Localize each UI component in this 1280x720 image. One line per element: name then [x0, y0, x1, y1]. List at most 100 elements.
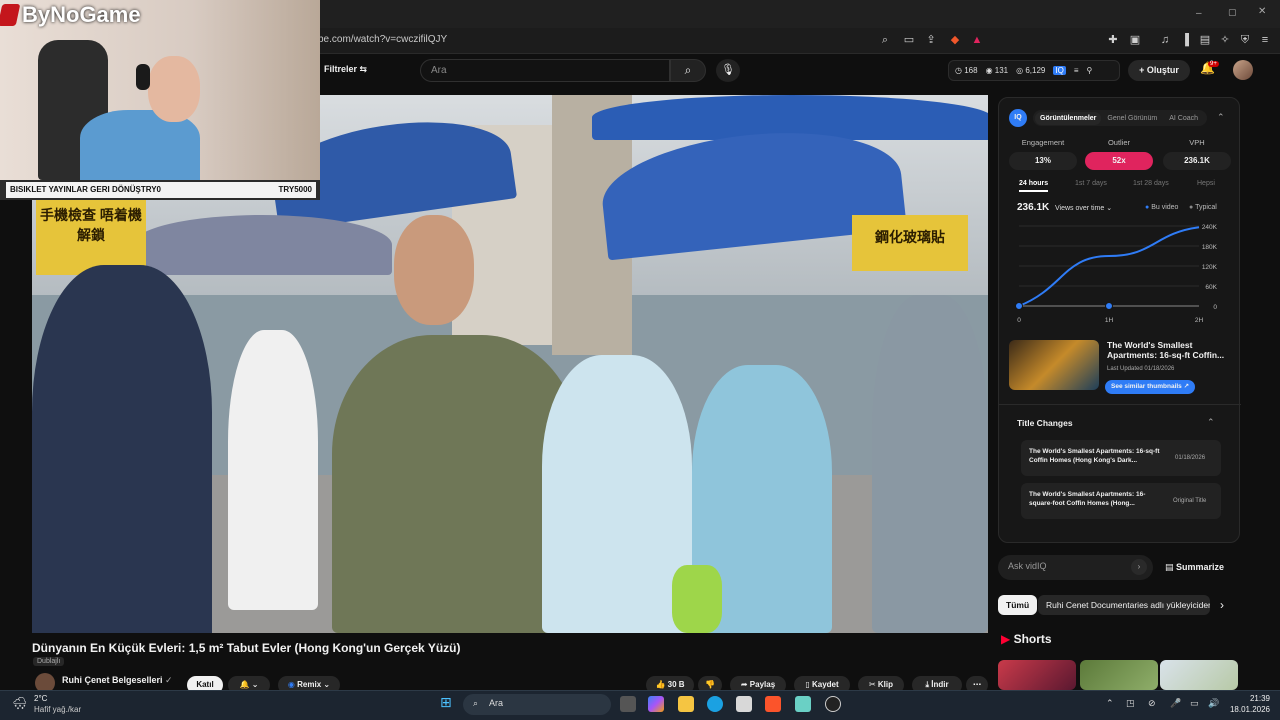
file-explorer-icon[interactable] — [678, 696, 694, 712]
ask-vidiq-input[interactable]: Ask vidIQ — [998, 555, 1153, 580]
weather-icon[interactable]: 🌨 — [12, 696, 27, 710]
time-tab-all[interactable]: Hepsi — [1197, 180, 1215, 187]
windows-start-icon[interactable]: ⊞ — [440, 694, 452, 711]
create-button[interactable]: + Oluştur — [1128, 60, 1190, 81]
weather-temperature[interactable]: 2°C — [34, 694, 47, 703]
chart-y-tick: 60K — [1205, 284, 1217, 291]
title-change-item: The World's Smallest Apartments: 16-squa… — [1021, 483, 1221, 519]
short-thumbnail[interactable] — [1160, 660, 1238, 690]
leo-icon[interactable]: ✧ — [1218, 33, 1232, 47]
taskbar-search[interactable]: ⌕ Ara — [463, 694, 611, 715]
chart-x-tick: 1H — [1105, 317, 1114, 322]
filters-label: Filtreler — [324, 64, 358, 74]
chart-y-ticks: 0 60K 120K 180K 240K — [1202, 224, 1218, 311]
short-thumbnail[interactable] — [1080, 660, 1158, 690]
remix-label: Remix — [297, 680, 322, 689]
copilot-icon[interactable] — [648, 696, 664, 712]
list-icon[interactable]: ≡ — [1074, 66, 1079, 75]
filters-button[interactable]: Filtreler ⇆ — [324, 64, 367, 75]
share-label: Paylaş — [749, 680, 776, 689]
bell-icon: 🔔 — [239, 680, 250, 689]
bynogame-logo: ByNoGame — [22, 2, 141, 27]
weather-condition[interactable]: Hafif yağ./kar — [34, 705, 81, 714]
maximize-icon[interactable]: ▢ — [1228, 7, 1237, 18]
tab-icon[interactable]: ▣ — [1128, 33, 1142, 47]
tray-expand-icon[interactable]: ⌃ — [1106, 698, 1114, 709]
donation-strip: BISIKLET YAYINLAR GERI DÖNÜŞTRY0 TRY5000 — [6, 182, 316, 198]
channel-name[interactable]: Ruhi Çenet Belgeselleri ✓ — [62, 675, 173, 686]
chip-channel[interactable]: Ruhi Cenet Documentaries adlı yükleyicid… — [1038, 595, 1210, 615]
similar-thumbnail[interactable] — [1009, 340, 1099, 390]
clock-date[interactable]: 18.01.2026 — [1224, 705, 1270, 714]
brave-shield-icon[interactable]: ◆ — [948, 33, 962, 47]
task-view-icon[interactable] — [620, 696, 636, 712]
see-similar-button[interactable]: See similar thumbnails ↗ — [1105, 380, 1196, 394]
stat-c-value: 6,129 — [1025, 66, 1046, 75]
chart-grid — [1019, 225, 1199, 307]
microphone-icon[interactable]: 🎙 — [716, 59, 740, 82]
wallet-icon[interactable]: ▤ — [1198, 33, 1212, 47]
more-icon: ⋯ — [973, 680, 981, 689]
obs-icon[interactable] — [825, 696, 841, 712]
close-window-icon[interactable]: ✕ — [1258, 6, 1266, 17]
chevron-right-icon[interactable]: › — [1220, 598, 1224, 612]
tab-views[interactable]: Görüntülenmeler — [1035, 111, 1102, 125]
vidiq-stats-bar[interactable]: ◷ 168 ◉ 131 ◎ 6,129 IQ ≡ ⚲ — [948, 60, 1120, 81]
microphone-tray-icon[interactable]: 🎤 — [1170, 698, 1181, 709]
clock-time[interactable]: 21:39 — [1238, 694, 1270, 703]
last-updated: Last Updated 01/18/2026 — [1107, 366, 1175, 372]
headphones — [136, 64, 150, 90]
send-icon[interactable]: › — [1131, 559, 1147, 575]
vidiq-panel: IQ Görüntülenmeler Genel Görünüm AI Coac… — [998, 97, 1241, 543]
video-sign-right: 鋼化玻璃貼 — [852, 215, 968, 271]
donation-strip-text: BISIKLET YAYINLAR GERI DÖNÜŞTRY0 — [10, 185, 161, 194]
edge-icon[interactable] — [707, 696, 723, 712]
video-green-bag — [672, 565, 722, 633]
search-input[interactable]: Ara — [420, 59, 670, 82]
legend-this-video: ● Bu video — [1145, 204, 1178, 211]
cast-icon[interactable]: ▭ — [902, 33, 916, 47]
url-text[interactable]: be.com/watch?v=cwczifilQJY — [318, 34, 447, 45]
store-icon[interactable] — [736, 696, 752, 712]
views-total: 236.1K — [1017, 202, 1050, 213]
short-thumbnail[interactable] — [998, 660, 1076, 690]
collapse-icon[interactable]: ⌃ — [1217, 112, 1225, 123]
avatar[interactable] — [1233, 60, 1253, 80]
app-icon[interactable] — [795, 696, 811, 712]
chart-point — [1105, 302, 1113, 310]
tab-ai-coach[interactable]: AI Coach — [1169, 115, 1198, 122]
pin-icon[interactable]: ⚲ — [1086, 66, 1092, 75]
extensions-icon[interactable]: ✚ — [1106, 33, 1120, 47]
chip-all[interactable]: Tümü — [998, 595, 1038, 615]
chart-y-tick: 0 — [1213, 304, 1217, 311]
time-tab-28d[interactable]: 1st 28 days — [1133, 180, 1169, 187]
brave-icon[interactable] — [765, 696, 781, 712]
tray-app-icon[interactable]: ◳ — [1126, 698, 1135, 709]
title-change-text: The World's Smallest Apartments: 16-squa… — [1029, 491, 1146, 507]
vpn-icon[interactable]: ⛨ — [1238, 33, 1252, 47]
search-icon[interactable]: ⌕ — [670, 59, 706, 82]
minimize-icon[interactable]: – — [1196, 8, 1202, 19]
title-change-item: The World's Smallest Apartments: 16-sq-f… — [1021, 440, 1221, 476]
brave-rewards-icon[interactable]: ▲ — [970, 33, 984, 47]
tab-overview[interactable]: Genel Görünüm — [1107, 115, 1157, 122]
legend-dot-icon: ● — [1189, 204, 1194, 211]
volume-icon[interactable]: 🔊 — [1208, 698, 1219, 709]
sidebar-icon[interactable]: ▐ — [1178, 33, 1192, 47]
chart-y-tick: 120K — [1202, 264, 1218, 271]
share-page-icon[interactable]: ⇪ — [924, 33, 938, 47]
display-icon[interactable]: ▭ — [1190, 698, 1199, 709]
dubbed-badge: Dublajlı — [33, 657, 65, 666]
time-tab-7d[interactable]: 1st 7 days — [1075, 180, 1107, 187]
chart-y-tick: 180K — [1202, 244, 1218, 251]
summarize-button[interactable]: ▤ Summarize — [1165, 562, 1224, 573]
zoom-icon[interactable]: ⌕ — [878, 33, 892, 47]
views-selector[interactable]: Views over time ⌄ — [1055, 204, 1112, 212]
similar-title: The World's Smallest Apartments: 16-sq-f… — [1107, 340, 1225, 360]
collapse-icon[interactable]: ⌃ — [1207, 417, 1215, 428]
time-tab-24h[interactable]: 24 hours — [1019, 180, 1049, 192]
menu-icon[interactable]: ≡ — [1258, 33, 1272, 47]
vidiq-icon[interactable]: IQ — [1053, 66, 1066, 75]
music-icon[interactable]: ♫ — [1158, 33, 1172, 47]
network-icon[interactable]: ⊘ — [1148, 698, 1156, 709]
